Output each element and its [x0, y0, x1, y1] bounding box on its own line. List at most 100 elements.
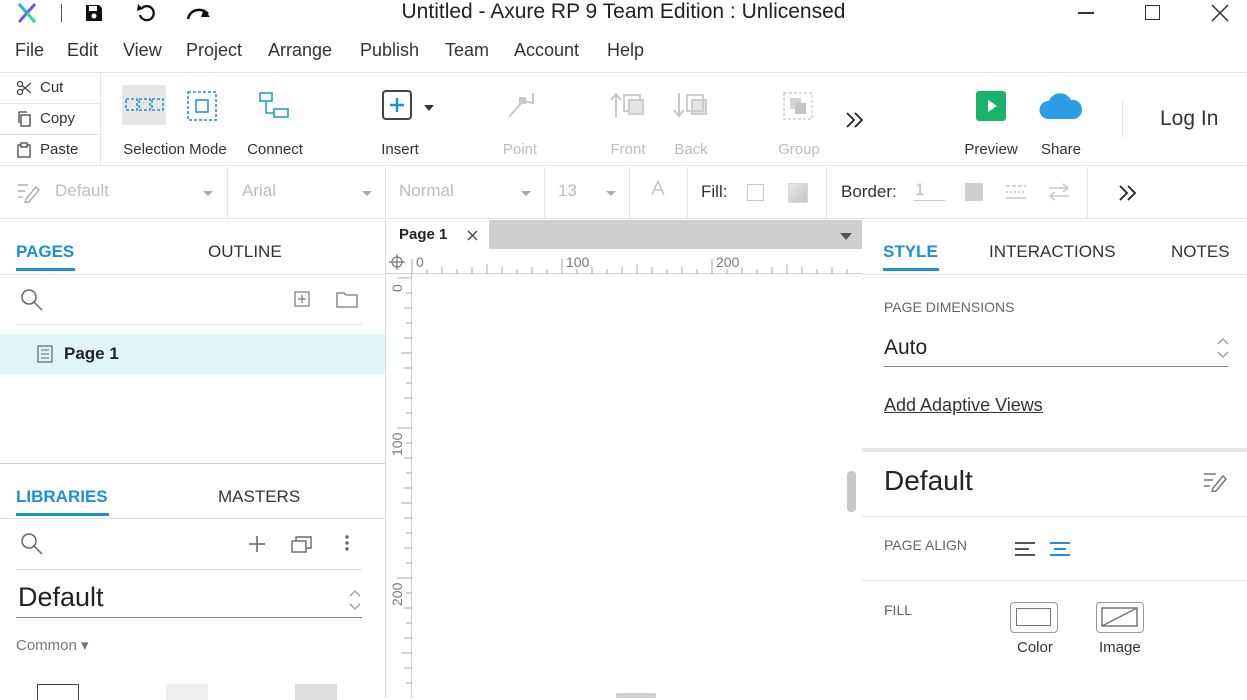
font-weight-dropdown[interactable]: Normal [386, 167, 545, 218]
selection-mode-label: Selection Mode [123, 141, 227, 158]
divider [16, 569, 362, 570]
vertical-scrollbar[interactable] [847, 471, 856, 512]
add-adaptive-views-link[interactable]: Add Adaptive Views [884, 395, 1043, 416]
paste-button[interactable]: Paste [0, 135, 101, 166]
left-panel: PAGES OUTLINE Page 1 LIBRARIES MASTERS D… [0, 220, 386, 700]
tab-list-dropdown-icon[interactable] [840, 233, 852, 240]
preview-label: Preview [964, 141, 1018, 158]
menu-view[interactable]: View [123, 40, 162, 61]
add-library-icon[interactable] [248, 535, 266, 553]
fill-color-swatch [1016, 608, 1051, 626]
menu-arrange[interactable]: Arrange [268, 40, 332, 61]
login-button[interactable]: Log In [1160, 107, 1218, 131]
font-family-dropdown[interactable]: Arial [228, 167, 386, 218]
font-size-dropdown[interactable]: 13 [545, 167, 630, 218]
page-dimensions-label: PAGE DIMENSIONS [884, 299, 1015, 315]
border-width-input[interactable]: 1 [913, 180, 945, 201]
close-icon[interactable] [1211, 4, 1229, 22]
border-color-swatch[interactable] [965, 183, 983, 201]
tab-style[interactable]: STYLE [883, 242, 938, 262]
tab-underline [16, 268, 75, 271]
format-more-icon[interactable] [1118, 184, 1138, 202]
point-button[interactable]: Point [485, 83, 555, 163]
insert-button[interactable]: Insert [368, 83, 438, 163]
font-size-value: 13 [558, 181, 577, 200]
arrow-style-icon[interactable] [1047, 183, 1071, 201]
front-button[interactable]: Front [600, 83, 656, 163]
panel-splitter[interactable] [0, 463, 385, 464]
library-search-icon[interactable] [20, 532, 44, 556]
selection-mode-button[interactable]: Selection Mode [120, 83, 230, 163]
canvas-tab[interactable]: Page 1 [386, 220, 489, 249]
menu-publish[interactable]: Publish [360, 40, 419, 61]
page-name: Page 1 [64, 344, 119, 363]
tab-interactions[interactable]: INTERACTIONS [989, 242, 1116, 262]
connect-button[interactable]: Connect [240, 83, 310, 163]
insert-dropdown-icon[interactable] [424, 105, 434, 111]
menu-file[interactable]: File [15, 40, 44, 61]
fill-color-button[interactable] [1010, 602, 1058, 633]
fill-color-swatch[interactable] [747, 184, 764, 201]
minimize-icon[interactable] [1078, 12, 1094, 14]
ruler-v-label-0: 0 [389, 284, 405, 292]
group-button[interactable]: Group [764, 83, 834, 163]
tab-notes[interactable]: NOTES [1171, 242, 1230, 262]
fill-label: Fill: [701, 182, 728, 201]
group-icon [782, 91, 814, 121]
send-to-back-icon [673, 91, 709, 121]
align-left-icon[interactable] [1014, 540, 1036, 558]
tab-outline[interactable]: OUTLINE [208, 242, 282, 262]
more-options-icon[interactable] [344, 534, 350, 552]
chevron-down-icon [362, 191, 372, 196]
back-label: Back [674, 141, 708, 158]
close-tab-icon[interactable] [467, 230, 478, 241]
menu-account[interactable]: Account [514, 40, 579, 61]
copy-label: Copy [40, 110, 76, 127]
maximize-icon[interactable] [1145, 5, 1160, 20]
page-dimensions-select[interactable]: Auto [884, 332, 1230, 367]
canvas-tab-label: Page 1 [399, 226, 448, 243]
preview-button[interactable]: Preview [958, 83, 1024, 163]
tab-masters[interactable]: MASTERS [218, 487, 300, 507]
add-page-icon[interactable] [294, 291, 310, 307]
style-dropdown[interactable]: Default [0, 167, 228, 218]
align-center-icon[interactable] [1049, 540, 1071, 558]
point-icon [505, 91, 537, 121]
search-icon[interactable] [20, 288, 44, 312]
horizontal-scrollbar[interactable] [616, 693, 656, 698]
menu-edit[interactable]: Edit [67, 40, 98, 61]
ruler-h-label-200: 200 [716, 254, 740, 270]
edit-style-icon[interactable] [1202, 470, 1228, 492]
select-contained-icon[interactable] [187, 91, 217, 121]
group-label: Group [778, 141, 820, 158]
fill-image-button[interactable] [1096, 602, 1144, 633]
fill-color-label: Color [1017, 639, 1053, 656]
style-edit-icon [16, 181, 40, 203]
fill-shadow-swatch[interactable] [788, 183, 808, 203]
connect-label: Connect [247, 141, 303, 158]
add-folder-icon[interactable] [336, 290, 358, 308]
border-style-icon[interactable] [1005, 184, 1027, 200]
tab-pages[interactable]: PAGES [16, 242, 74, 262]
back-button[interactable]: Back [663, 83, 719, 163]
library-select[interactable]: Default [16, 580, 362, 618]
share-button[interactable]: Share [1030, 83, 1092, 163]
page-align-label: PAGE ALIGN [884, 537, 967, 553]
menu-team[interactable]: Team [445, 40, 489, 61]
page-row-selected[interactable]: Page 1 [0, 334, 385, 374]
widget-category[interactable]: Common ▾ [16, 636, 89, 654]
menu-project[interactable]: Project [186, 40, 242, 61]
cut-button[interactable]: Cut [0, 73, 101, 104]
library-windows-icon[interactable] [291, 535, 313, 553]
toolbar-more-icon[interactable] [845, 111, 865, 129]
font-color-button[interactable] [630, 167, 688, 218]
copy-button[interactable]: Copy [0, 104, 101, 135]
tab-libraries[interactable]: LIBRARIES [16, 487, 108, 507]
menu-help[interactable]: Help [607, 40, 644, 61]
design-canvas[interactable] [413, 275, 862, 698]
up-down-chevron-icon [1216, 336, 1230, 360]
front-label: Front [610, 141, 646, 158]
ruler-v-label-200: 200 [389, 582, 405, 606]
selection-mode-icon [125, 95, 165, 115]
style-name: Default [884, 465, 973, 496]
